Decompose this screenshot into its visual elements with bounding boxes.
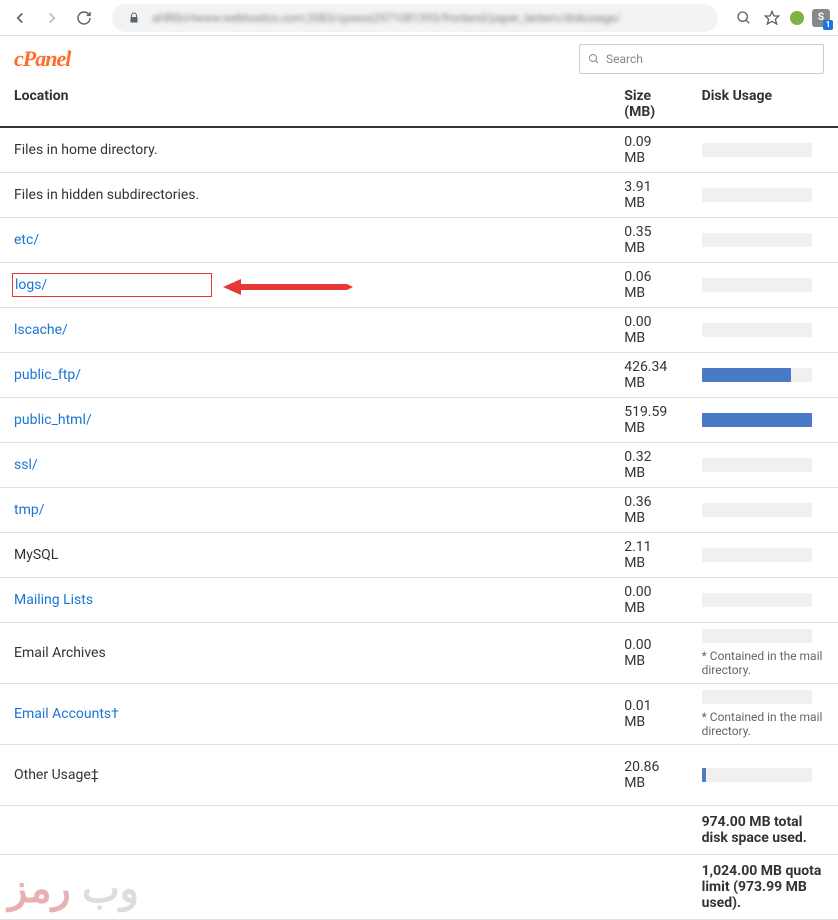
usage-cell xyxy=(688,488,838,533)
usage-bar xyxy=(702,548,812,562)
location-text: Files in home directory. xyxy=(14,142,158,158)
size-value: 0.36 MB xyxy=(610,488,687,533)
total-text: 1,024.00 MB quota limit (973.99 MB used)… xyxy=(688,855,838,920)
location-link[interactable]: public_ftp/ xyxy=(14,367,81,383)
extension-dot-icon[interactable] xyxy=(790,11,804,25)
size-value: 20.86 MB xyxy=(610,745,687,806)
usage-cell xyxy=(688,398,838,443)
table-row: MySQL 2.11 MB xyxy=(0,533,838,578)
search-input[interactable]: Search xyxy=(579,44,824,74)
table-row: Email Archives 0.00 MB * Contained in the … xyxy=(0,623,838,684)
size-value: 0.01 MB xyxy=(610,684,687,745)
usage-cell xyxy=(688,308,838,353)
usage-cell xyxy=(688,745,838,806)
usage-bar xyxy=(702,368,812,382)
size-value: 0.00 MB xyxy=(610,308,687,353)
usage-cell: * Contained in the mail directory. xyxy=(688,623,838,684)
total-row: 974.00 MB total disk space used. xyxy=(0,806,838,855)
cpanel-header: cPanel Search xyxy=(0,36,838,82)
col-header-location: Location xyxy=(0,82,610,127)
reload-button[interactable] xyxy=(72,6,96,30)
usage-cell xyxy=(688,443,838,488)
table-row: lscache/0.00 MB xyxy=(0,308,838,353)
usage-bar xyxy=(702,143,812,157)
usage-cell xyxy=(688,533,838,578)
content-area: Location Size (MB) Disk Usage Files in h… xyxy=(0,82,838,920)
usage-bar xyxy=(702,458,812,472)
table-row: public_html/519.59 MB xyxy=(0,398,838,443)
table-row: tmp/0.36 MB xyxy=(0,488,838,533)
location-link[interactable]: etc/ xyxy=(14,232,39,248)
disk-usage-table: Location Size (MB) Disk Usage Files in h… xyxy=(0,82,838,920)
table-row: ssl/0.32 MB xyxy=(0,443,838,488)
search-placeholder: Search xyxy=(606,52,643,66)
table-row: Mailing Lists 0.00 MB xyxy=(0,578,838,623)
location-link[interactable]: logs/ xyxy=(15,277,47,293)
table-row: Files in home directory. 0.09 MB xyxy=(0,127,838,173)
location-link[interactable]: Email Accounts† xyxy=(14,706,119,722)
location-link[interactable]: tmp/ xyxy=(14,502,45,518)
size-value: 426.34 MB xyxy=(610,353,687,398)
size-value: 2.11 MB xyxy=(610,533,687,578)
size-value: 0.32 MB xyxy=(610,443,687,488)
location-link[interactable]: public_html/ xyxy=(14,412,92,428)
total-row: 1,024.00 MB quota limit (973.99 MB used)… xyxy=(0,855,838,920)
usage-bar xyxy=(702,629,812,643)
usage-cell xyxy=(688,353,838,398)
usage-cell xyxy=(688,173,838,218)
table-row: Other Usage‡ 20.86 MB xyxy=(0,745,838,806)
forward-button[interactable] xyxy=(40,6,64,30)
size-value: 0.00 MB xyxy=(610,578,687,623)
size-value: 0.09 MB xyxy=(610,127,687,173)
col-header-usage: Disk Usage xyxy=(688,82,838,127)
url-text: aHR0cHwww.webhostco.com:2083/cpsess29710… xyxy=(152,11,620,25)
usage-bar xyxy=(702,323,812,337)
usage-bar xyxy=(702,593,812,607)
size-value: 519.59 MB xyxy=(610,398,687,443)
table-row: Email Accounts† 0.01 MB * Contained in the… xyxy=(0,684,838,745)
lock-icon xyxy=(124,8,144,28)
note-text: * Contained in the mail directory. xyxy=(702,649,824,677)
size-value: 0.35 MB xyxy=(610,218,687,263)
usage-bar xyxy=(702,413,812,427)
size-value: 3.91 MB xyxy=(610,173,687,218)
back-button[interactable] xyxy=(8,6,32,30)
zoom-icon[interactable] xyxy=(734,8,754,28)
table-row: public_ftp/426.34 MB xyxy=(0,353,838,398)
usage-cell xyxy=(688,578,838,623)
location-text: MySQL xyxy=(14,547,58,563)
browser-toolbar: aHR0cHwww.webhostco.com:2083/cpsess29710… xyxy=(0,0,838,36)
table-row: Files in hidden subdirectories. 3.91 MB xyxy=(0,173,838,218)
table-row: etc/0.35 MB xyxy=(0,218,838,263)
usage-bar xyxy=(702,188,812,202)
size-value: 0.06 MB xyxy=(610,263,687,308)
size-value: 0.00 MB xyxy=(610,623,687,684)
extension-badge-icon[interactable]: S xyxy=(812,9,830,27)
usage-bar xyxy=(702,503,812,517)
usage-cell: * Contained in the mail directory. xyxy=(688,684,838,745)
usage-bar xyxy=(702,278,812,292)
location-link[interactable]: lscache/ xyxy=(14,322,68,338)
location-link[interactable]: ssl/ xyxy=(14,457,38,473)
usage-bar xyxy=(702,768,812,782)
table-row: logs/0.06 MB xyxy=(0,263,838,308)
bookmark-star-icon[interactable] xyxy=(762,8,782,28)
note-text: * Contained in the mail directory. xyxy=(702,710,824,738)
usage-bar xyxy=(702,233,812,247)
col-header-size: Size (MB) xyxy=(610,82,687,127)
location-text: Email Archives xyxy=(14,645,106,661)
usage-bar xyxy=(702,690,812,704)
location-link[interactable]: Mailing Lists xyxy=(14,592,93,608)
address-bar[interactable]: aHR0cHwww.webhostco.com:2083/cpsess29710… xyxy=(112,4,718,32)
search-icon xyxy=(588,53,600,65)
cpanel-logo: cPanel xyxy=(14,46,70,72)
usage-cell xyxy=(688,218,838,263)
usage-cell xyxy=(688,127,838,173)
location-text: Other Usage‡ xyxy=(14,767,99,783)
location-text: Files in hidden subdirectories. xyxy=(14,187,199,203)
usage-cell xyxy=(688,263,838,308)
total-text: 974.00 MB total disk space used. xyxy=(688,806,838,855)
